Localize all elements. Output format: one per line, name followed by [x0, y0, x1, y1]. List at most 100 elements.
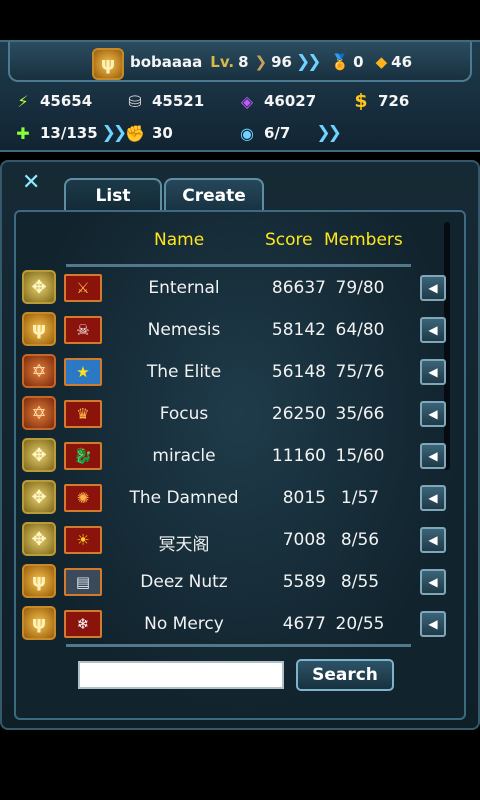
- gem-icon: ◆: [375, 53, 388, 71]
- username: bobaaaa: [130, 53, 203, 71]
- table-row[interactable]: ✥ ☀ 冥天阁 7008 8/56 ◀: [0, 520, 480, 560]
- wings-emblem-icon: ψ: [92, 48, 124, 80]
- metal-ore-icon: ⛁: [128, 91, 142, 111]
- guild-details-arrow-icon[interactable]: ◀: [420, 275, 446, 301]
- crystal-stat: ◈ 46027: [236, 90, 316, 112]
- table-row[interactable]: ψ ❄ No Mercy 4677 20/55 ◀: [0, 604, 480, 644]
- star-badge-icon: ✥: [22, 480, 56, 514]
- guild-details-arrow-icon[interactable]: ◀: [420, 611, 446, 637]
- guild-name: miracle: [152, 446, 216, 466]
- profile-info: bobaaaa Lv. 8 ❯ 96 ❯❯ 🏅 0 ◆ 46: [130, 52, 412, 72]
- crystal-icon: ◈: [240, 91, 254, 111]
- search-button[interactable]: Search: [296, 659, 394, 691]
- money-value: 726: [378, 92, 410, 110]
- generals-stat: ✊ 30: [124, 122, 173, 144]
- status-panel: ψ bobaaaa Lv. 8 ❯ 96 ❯❯ 🏅 0 ◆ 46 ⚡ 45654…: [0, 40, 480, 152]
- gem-value: 46: [391, 53, 413, 71]
- guild-score: 8015: [282, 488, 326, 508]
- star-badge-icon: ✥: [22, 438, 56, 472]
- medal-value: 0: [353, 53, 364, 71]
- guild-details-arrow-icon[interactable]: ◀: [420, 359, 446, 385]
- globe-icon: ◉: [240, 123, 254, 143]
- guild-members: 8/55: [340, 572, 380, 592]
- guild-name: The Damned: [129, 488, 239, 508]
- guild-score: 56148: [271, 362, 326, 382]
- table-row[interactable]: ✥ 🐉 miracle 11160 15/60 ◀: [0, 436, 480, 476]
- crest-icon: ♛: [64, 400, 102, 428]
- guild-score: 5589: [282, 572, 326, 592]
- table-row[interactable]: ✡ ★ The Elite 56148 75/76 ◀: [0, 352, 480, 392]
- rank-upgrade-arrow-icon[interactable]: ❯❯: [296, 52, 321, 72]
- guild-details-arrow-icon[interactable]: ◀: [420, 527, 446, 553]
- guild-members: 1/57: [340, 488, 380, 508]
- guild-details-arrow-icon[interactable]: ◀: [420, 569, 446, 595]
- guild-score: 26250: [271, 404, 326, 424]
- dollar-icon: $: [354, 90, 368, 112]
- money-stat: $ 726: [350, 90, 409, 112]
- guild-members: 8/56: [340, 530, 380, 550]
- guild-name: No Mercy: [144, 614, 224, 634]
- units-upgrade-arrow-icon[interactable]: ❯❯: [102, 123, 127, 143]
- guild-name: Focus: [159, 404, 209, 424]
- wings-badge-icon: ψ: [22, 606, 56, 640]
- guild-members: 20/55: [335, 614, 385, 634]
- column-header-members: Members: [324, 230, 403, 250]
- footer-divider: [66, 644, 411, 647]
- tab-list[interactable]: List: [64, 178, 162, 212]
- banner-swords-icon: ⚔: [64, 274, 102, 302]
- header-divider: [66, 264, 411, 267]
- guild-members: 35/66: [335, 404, 385, 424]
- units-value: 13/135: [40, 124, 98, 142]
- guild-members: 64/80: [335, 320, 385, 340]
- guild-details-arrow-icon[interactable]: ◀: [420, 317, 446, 343]
- missions-upgrade-arrow-icon[interactable]: ❯❯: [316, 123, 341, 143]
- rank-chevron-icon: ❯: [254, 53, 268, 71]
- star-flag-icon: ★: [64, 358, 102, 386]
- table-row[interactable]: ψ ▤ Deez Nutz 5589 8/55 ◀: [0, 562, 480, 602]
- medal-icon: 🏅: [330, 53, 350, 71]
- guild-name: Deez Nutz: [140, 572, 228, 592]
- guild-name: Enternal: [148, 278, 220, 298]
- search-input[interactable]: [78, 661, 284, 689]
- level-label: Lv.: [210, 53, 235, 71]
- phoenix-icon: ✺: [64, 484, 102, 512]
- dragon-icon: 🐉: [64, 442, 102, 470]
- guild-members: 79/80: [335, 278, 385, 298]
- guild-score: 7008: [282, 530, 326, 550]
- metal-stat: ⛁ 45521: [124, 90, 204, 112]
- book-icon: ▤: [64, 568, 102, 596]
- close-icon[interactable]: ✕: [22, 170, 40, 195]
- table-row[interactable]: ✡ ♛ Focus 26250 35/66 ◀: [0, 394, 480, 434]
- tab-create[interactable]: Create: [164, 178, 264, 212]
- guild-members: 15/60: [335, 446, 385, 466]
- skull-crossbones-icon: ☠: [64, 316, 102, 344]
- guild-score: 11160: [271, 446, 326, 466]
- units-stat: ✚ 13/135 ❯❯: [12, 122, 127, 144]
- guild-details-arrow-icon[interactable]: ◀: [420, 485, 446, 511]
- lightning-icon: ⚡: [17, 91, 29, 111]
- guild-name: Nemesis: [147, 320, 221, 340]
- guild-score: 4677: [282, 614, 326, 634]
- guild-details-arrow-icon[interactable]: ◀: [420, 401, 446, 427]
- column-header-name: Name: [154, 230, 205, 250]
- table-row[interactable]: ✥ ✺ The Damned 8015 1/57 ◀: [0, 478, 480, 518]
- fist-icon: ✊: [125, 123, 145, 143]
- guild-details-arrow-icon[interactable]: ◀: [420, 443, 446, 469]
- table-row[interactable]: ✥ ⚔ Enternal 86637 79/80 ◀: [0, 268, 480, 308]
- star-badge-icon: ✥: [22, 522, 56, 556]
- guild-score: 58142: [271, 320, 326, 340]
- atom-badge-icon: ✡: [22, 354, 56, 388]
- guild-name: The Elite: [146, 362, 222, 382]
- missions-value: 6/7: [264, 124, 291, 142]
- table-row[interactable]: ψ ☠ Nemesis 58142 64/80 ◀: [0, 310, 480, 350]
- atom-badge-icon: ✡: [22, 396, 56, 430]
- guild-members: 75/76: [335, 362, 385, 382]
- missions-stat: ◉ 6/7 ❯❯: [236, 122, 342, 144]
- wings-badge-icon: ψ: [22, 312, 56, 346]
- energy-stat: ⚡ 45654: [12, 90, 92, 112]
- rank-value: 96: [271, 53, 292, 71]
- wings-badge-icon: ψ: [22, 564, 56, 598]
- snowflake-icon: ❄: [64, 610, 102, 638]
- guild-name: 冥天阁: [158, 535, 210, 555]
- energy-value: 45654: [40, 92, 93, 110]
